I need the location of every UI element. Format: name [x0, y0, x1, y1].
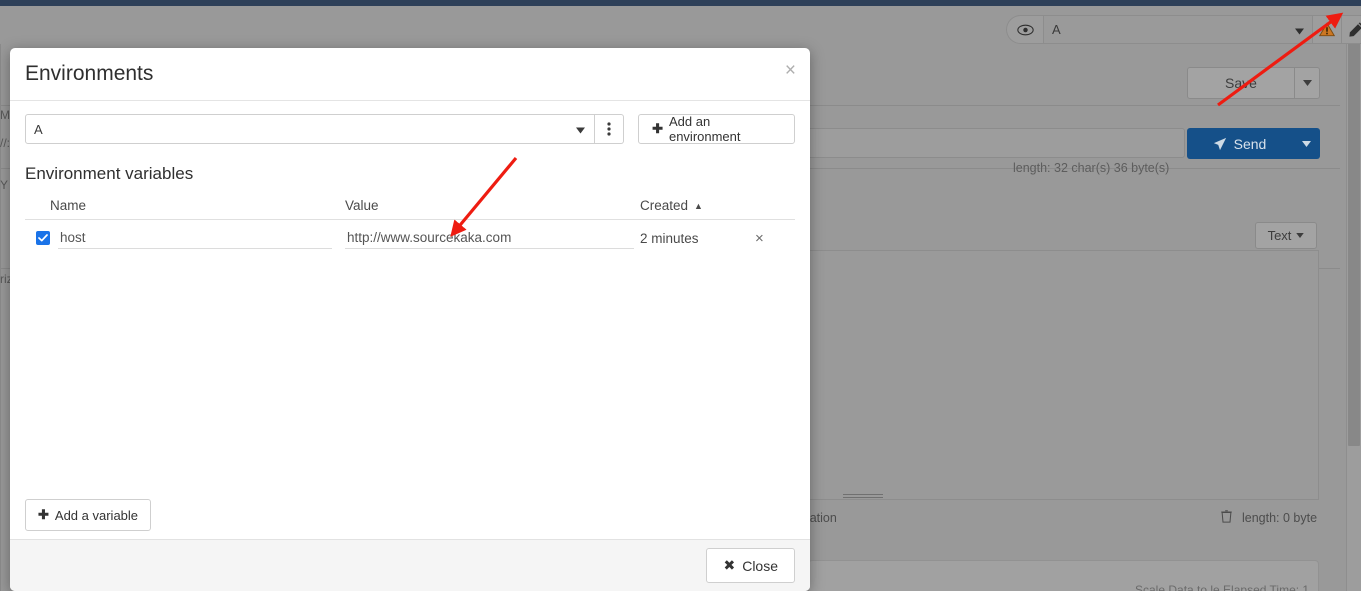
- text-format-label: Text: [1267, 228, 1292, 243]
- column-header-name[interactable]: Name: [25, 198, 345, 213]
- trash-icon[interactable]: [1220, 509, 1233, 526]
- chevron-down-icon: [1296, 233, 1305, 238]
- response-body-panel: [808, 250, 1319, 500]
- bg-fragment-url: //:: [0, 136, 11, 150]
- bottom-status-text: Scale Data to le Elapsed Time: 1: [1135, 583, 1310, 591]
- chevron-down-icon: [576, 122, 585, 137]
- bg-vdivider: [0, 44, 1, 591]
- variable-value-input[interactable]: [345, 227, 634, 249]
- variable-enabled-checkbox[interactable]: [36, 231, 50, 245]
- add-variable-button[interactable]: ✚ Add a variable: [25, 499, 152, 531]
- chevron-down-icon: [1301, 140, 1311, 147]
- evaluation-row: luation length: 0 byte: [780, 508, 1320, 528]
- close-icon[interactable]: ×: [785, 61, 796, 80]
- pencil-icon[interactable]: [1342, 15, 1361, 44]
- add-environment-label: Add an environment: [668, 114, 741, 144]
- kebab-menu-icon[interactable]: [595, 114, 625, 144]
- evaluation-length-label: length: 0 byte: [1242, 511, 1318, 525]
- environments-dialog: Environments × A ✚ Add an environment En…: [10, 48, 810, 591]
- close-button-label: Close: [742, 557, 778, 574]
- environment-dropdown[interactable]: A: [25, 114, 595, 144]
- column-header-created-label: Created: [640, 198, 689, 213]
- page-scrollbar-thumb[interactable]: [1348, 26, 1360, 446]
- environment-select-value: A: [1052, 22, 1061, 37]
- environment-variables-table: Name Value Created ▲ host http://www.sou…: [25, 192, 795, 256]
- environment-toolbar-control: A: [1006, 15, 1361, 44]
- dialog-footer: ✖ Close: [10, 539, 810, 591]
- variable-value-cell: [345, 227, 640, 249]
- request-length-label: length: 32 char(s) 36 byte(s): [1013, 161, 1170, 175]
- dialog-header: Environments ×: [10, 48, 810, 101]
- url-input[interactable]: [805, 128, 1185, 158]
- environment-dropdown-value: A: [34, 121, 43, 137]
- screen-root: M //: Y riz Save Send length: 32 char(s)…: [0, 0, 1361, 591]
- text-format-dropdown[interactable]: Text: [1255, 222, 1317, 249]
- table-row: 2 minutes ×: [25, 220, 795, 256]
- environment-selector-row: A ✚ Add an environment: [25, 114, 795, 144]
- add-environment-button[interactable]: ✚ Add an environment: [638, 114, 795, 144]
- section-title: Environment variables: [25, 164, 194, 183]
- send-button-label: Send: [1233, 135, 1267, 152]
- paper-plane-icon: [1213, 137, 1226, 150]
- bg-fragment-m: M: [0, 108, 10, 122]
- send-dropdown-button[interactable]: [1292, 128, 1320, 159]
- variable-name-cell: [25, 227, 345, 249]
- environment-select[interactable]: A: [1043, 15, 1313, 44]
- delete-variable-icon[interactable]: ×: [755, 230, 790, 247]
- send-button[interactable]: Send: [1187, 128, 1292, 159]
- close-x-icon: ✖: [723, 557, 736, 573]
- variable-created-cell: 2 minutes: [640, 230, 699, 246]
- chevron-down-icon: [1302, 80, 1312, 86]
- chevron-down-icon: [1295, 22, 1304, 37]
- variable-name-input[interactable]: [58, 227, 332, 249]
- warning-triangle-icon[interactable]: [1313, 15, 1342, 44]
- app-toolbar: A: [0, 6, 1361, 44]
- eye-icon[interactable]: [1006, 15, 1043, 44]
- column-header-value[interactable]: Value: [345, 198, 640, 213]
- plus-icon: ✚: [652, 121, 663, 136]
- dialog-body: A ✚ Add an environment Environment varia…: [10, 114, 810, 591]
- plus-icon: ✚: [38, 507, 49, 522]
- page-title: Environments: [25, 62, 154, 85]
- close-button[interactable]: ✖ Close: [706, 548, 795, 583]
- save-dropdown-button[interactable]: [1294, 67, 1320, 99]
- table-header-row: Name Value Created ▲: [25, 192, 795, 220]
- save-button[interactable]: Save: [1187, 67, 1295, 99]
- column-header-created[interactable]: Created ▲: [640, 198, 755, 213]
- check-icon: [38, 234, 48, 242]
- bg-fragment-y: Y: [0, 178, 9, 192]
- sort-ascending-icon: ▲: [694, 200, 703, 211]
- page-scrollbar[interactable]: [1346, 10, 1361, 591]
- panel-resize-handle[interactable]: [843, 494, 883, 500]
- add-variable-label: Add a variable: [54, 507, 139, 523]
